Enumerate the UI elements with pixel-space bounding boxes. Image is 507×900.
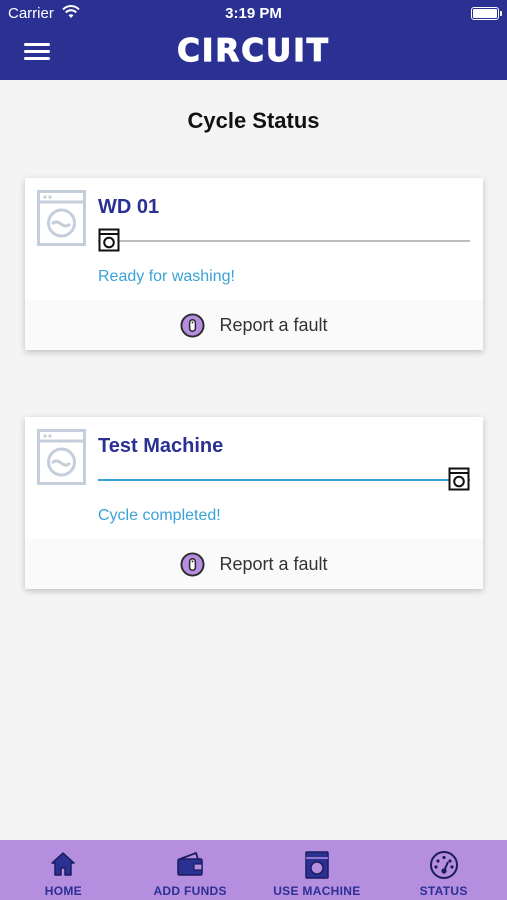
- progress-track: [98, 479, 470, 481]
- home-icon: [51, 852, 76, 876]
- nav-label: USE MACHINE: [273, 884, 361, 898]
- washing-machine-icon: [37, 429, 86, 485]
- progress-marker-icon: [98, 228, 120, 252]
- machine-name: WD 01: [98, 196, 160, 218]
- report-fault-label: Report a fault: [219, 554, 328, 574]
- bottom-nav: HOME ADD FUNDS USE MACHINE STATUS: [0, 840, 507, 900]
- machine-card-wd01: WD 01 Ready for washing! Report a fault: [25, 178, 483, 350]
- washing-machine-icon: [37, 190, 86, 246]
- report-fault-button[interactable]: Report a fault: [25, 552, 483, 577]
- washing-machine-icon: [305, 851, 329, 879]
- gauge-icon: [429, 851, 458, 879]
- page-title: Cycle Status: [187, 108, 320, 133]
- report-fault-label: Report a fault: [219, 315, 328, 335]
- fault-row: Report a fault: [25, 539, 483, 589]
- wallet-icon: [177, 851, 203, 876]
- app-header: Carrier 3:19 PM CIRCUIT: [0, 0, 507, 80]
- nav-status[interactable]: STATUS: [380, 840, 507, 900]
- status-bar: Carrier 3:19 PM: [0, 0, 507, 28]
- machine-status-message: Cycle completed!: [98, 507, 221, 524]
- progress-track: [98, 240, 470, 242]
- battery-icon: [471, 7, 502, 20]
- nav-label: STATUS: [419, 884, 468, 898]
- progress-marker-icon: [448, 467, 470, 491]
- fault-row: Report a fault: [25, 300, 483, 350]
- nav-use-machine[interactable]: USE MACHINE: [254, 840, 381, 900]
- machine-name: Test Machine: [98, 435, 224, 457]
- status-time: 3:19 PM: [225, 5, 282, 22]
- info-icon: [180, 552, 205, 577]
- nav-home[interactable]: HOME: [0, 840, 127, 900]
- machine-status-message: Ready for washing!: [98, 268, 235, 285]
- nav-add-funds[interactable]: ADD FUNDS: [127, 840, 254, 900]
- nav-label: HOME: [44, 884, 82, 898]
- nav-label: ADD FUNDS: [153, 884, 227, 898]
- report-fault-button[interactable]: Report a fault: [25, 313, 483, 338]
- brand-logo: CIRCUIT: [177, 32, 330, 69]
- machine-card-test: Test Machine Cycle completed! Report a f…: [25, 417, 483, 589]
- info-icon: [180, 313, 205, 338]
